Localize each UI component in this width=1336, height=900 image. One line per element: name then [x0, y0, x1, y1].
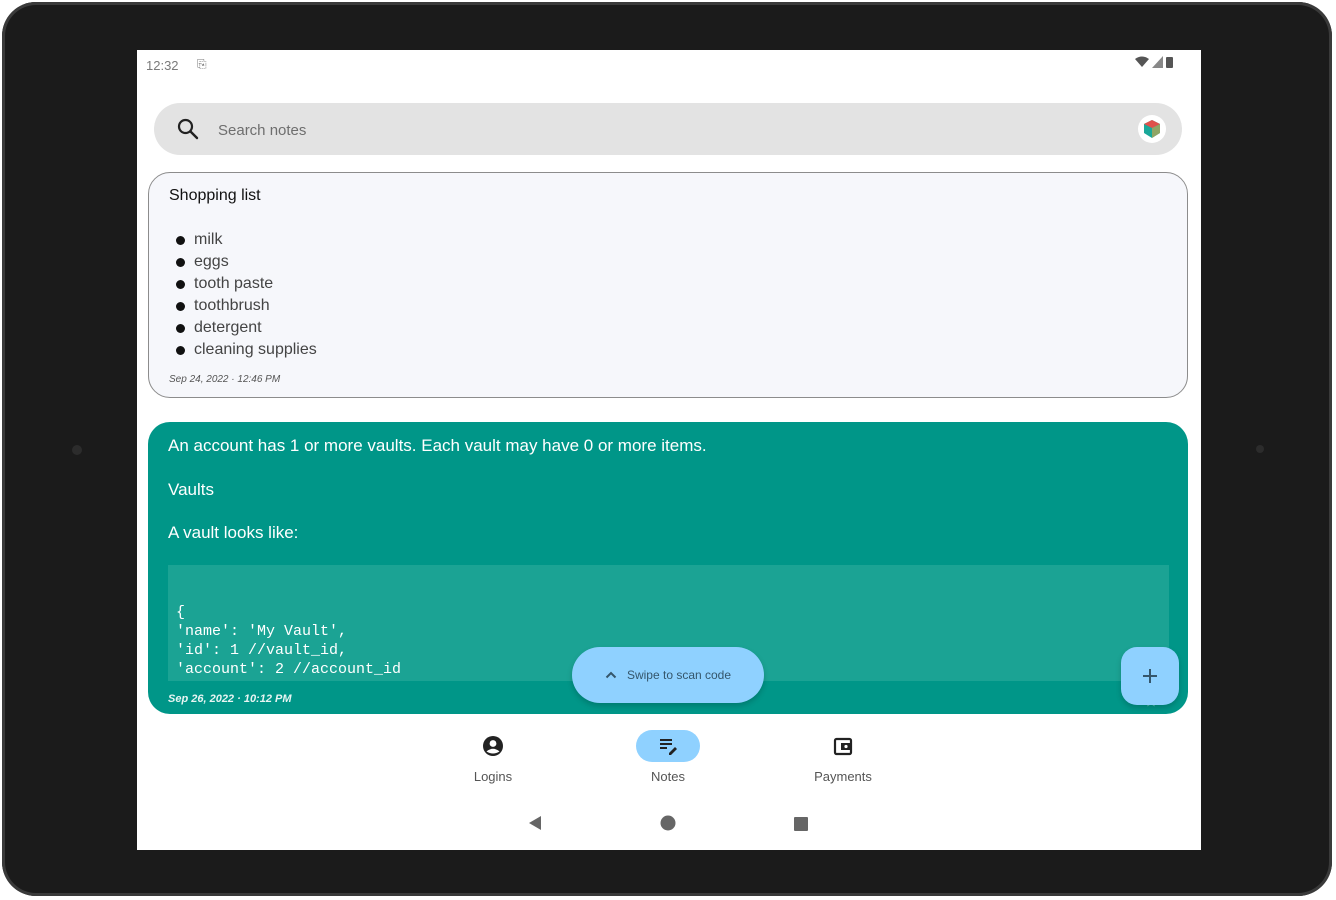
swipe-to-scan-chip[interactable]: Swipe to scan code: [572, 647, 764, 703]
nav-item-notes[interactable]: Notes: [608, 730, 728, 784]
app-screen: 12:32 ⎘ Shopping list milk eggs tooth pa…: [137, 50, 1201, 850]
list-item: milk: [169, 229, 317, 251]
note-card-shopping[interactable]: Shopping list milk eggs tooth paste toot…: [148, 172, 1188, 398]
bullet-icon: [176, 257, 185, 267]
nav-icon-wrap-active: [636, 730, 700, 762]
list-item: toothbrush: [169, 295, 317, 317]
profile-avatar[interactable]: [1138, 115, 1166, 143]
app-logo-icon: [1144, 120, 1160, 138]
note-heading: Vaults: [168, 480, 214, 499]
nav-label: Logins: [473, 769, 513, 784]
note-title: Shopping list: [169, 187, 261, 204]
account-circle-icon: [483, 736, 503, 756]
nav-item-payments[interactable]: Payments: [783, 730, 903, 784]
nav-label: Notes: [651, 769, 685, 784]
status-time: 12:32: [146, 58, 179, 73]
add-note-button[interactable]: [1121, 647, 1179, 705]
note-date: Sep 24, 2022 · 12:46 PM: [169, 374, 281, 385]
list-item: cleaning supplies: [169, 339, 317, 361]
system-navigation-bar: [137, 808, 1201, 838]
back-icon[interactable]: [527, 815, 543, 831]
recents-icon[interactable]: [793, 816, 809, 832]
shopping-list: milk eggs tooth paste toothbrush deterge…: [169, 229, 317, 361]
search-icon[interactable]: [176, 117, 200, 141]
note-text-line: An account has 1 or more vaults. Each va…: [168, 436, 707, 455]
list-item-text: detergent: [194, 319, 262, 336]
list-item: eggs: [169, 251, 317, 273]
search-input[interactable]: [216, 117, 1120, 143]
note-text-line: A vault looks like:: [168, 523, 299, 542]
list-item-text: milk: [194, 231, 223, 248]
battery-icon: [1166, 57, 1173, 68]
bullet-icon: [176, 235, 185, 245]
nav-item-logins[interactable]: Logins: [433, 730, 553, 784]
bullet-icon: [176, 279, 185, 289]
signal-icon: [1152, 56, 1163, 68]
nav-label: Payments: [814, 769, 872, 784]
camera-dot: [72, 445, 82, 455]
wallet-icon: [833, 737, 853, 756]
bullet-icon: [176, 323, 185, 333]
bullet-icon: [176, 345, 185, 355]
list-item-text: eggs: [194, 253, 229, 270]
bottom-navigation: Logins Notes Payments: [137, 722, 1201, 794]
search-bar[interactable]: [154, 103, 1182, 155]
status-icons: [1135, 56, 1173, 68]
sim-icon: ⎘: [197, 57, 207, 71]
notes-edit-icon: [660, 739, 677, 755]
list-item: tooth paste: [169, 273, 317, 295]
swipe-label: Swipe to scan code: [626, 668, 732, 682]
nav-icon-wrap: [461, 730, 525, 762]
note-date: Sep 26, 2022 · 10:12 PM: [168, 693, 292, 705]
plus-icon: [1143, 669, 1157, 683]
home-icon[interactable]: [660, 815, 676, 831]
list-item-text: cleaning supplies: [194, 341, 317, 358]
bullet-icon: [176, 301, 185, 311]
list-item-text: tooth paste: [194, 275, 274, 292]
sensor-dot: [1256, 445, 1264, 453]
list-item-text: toothbrush: [194, 297, 270, 314]
chevron-up-icon: [605, 671, 617, 679]
status-bar: 12:32 ⎘: [137, 50, 1201, 80]
wifi-icon: [1135, 56, 1149, 67]
list-item: detergent: [169, 317, 317, 339]
nav-icon-wrap: [811, 730, 875, 762]
